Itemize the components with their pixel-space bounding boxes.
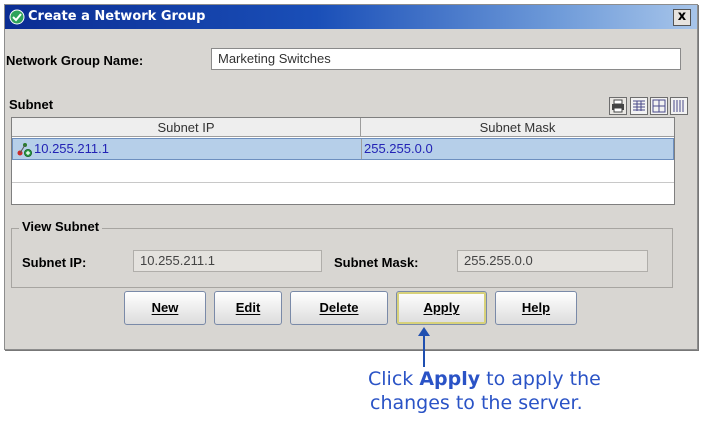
table-view-icon[interactable] bbox=[630, 97, 648, 115]
callout-text-post: to apply the bbox=[480, 368, 601, 390]
close-icon: x bbox=[677, 9, 687, 24]
edit-button[interactable]: Edit bbox=[214, 291, 282, 325]
dialog-title: Create a Network Group bbox=[28, 9, 206, 24]
table-divider bbox=[12, 182, 674, 183]
apply-button[interactable]: Apply bbox=[396, 291, 487, 325]
column-header-subnet-ip[interactable]: Subnet IP bbox=[12, 118, 361, 137]
subnet-table: Subnet IP Subnet Mask 10.255.211.1 255.2… bbox=[11, 117, 675, 205]
view-subnet-title: View Subnet bbox=[19, 219, 103, 234]
callout-text-pre: Click bbox=[368, 368, 420, 390]
view-subnet-ip-label: Subnet IP: bbox=[22, 255, 87, 270]
title-bar: Create a Network Group x bbox=[5, 5, 697, 29]
group-name-input[interactable]: Marketing Switches bbox=[211, 48, 681, 70]
column-view-icon[interactable] bbox=[670, 97, 688, 115]
table-toolbar bbox=[609, 97, 689, 115]
view-subnet-mask-field: 255.255.0.0 bbox=[457, 250, 648, 272]
delete-button[interactable]: Delete bbox=[290, 291, 388, 325]
column-header-subnet-mask[interactable]: Subnet Mask bbox=[361, 118, 674, 137]
subnet-section-label: Subnet bbox=[9, 97, 54, 112]
network-app-icon bbox=[9, 9, 25, 25]
selection-outline bbox=[12, 138, 674, 160]
create-network-group-dialog: Create a Network Group x Network Group N… bbox=[4, 4, 698, 350]
callout-text-apply: Apply bbox=[419, 368, 481, 390]
help-button[interactable]: Help bbox=[495, 291, 577, 325]
print-icon[interactable] bbox=[609, 97, 627, 115]
view-subnet-mask-label: Subnet Mask: bbox=[334, 255, 419, 270]
close-button[interactable]: x bbox=[673, 9, 691, 26]
callout-arrow-line bbox=[423, 333, 425, 367]
new-button[interactable]: New bbox=[124, 291, 206, 325]
view-subnet-ip-field: 10.255.211.1 bbox=[133, 250, 322, 272]
group-name-label: Network Group Name: bbox=[6, 53, 144, 68]
apply-callout: Click Apply to apply the changes to the … bbox=[368, 367, 700, 415]
grid-view-icon[interactable] bbox=[650, 97, 668, 115]
callout-line-1: Click Apply to apply the bbox=[368, 367, 700, 391]
callout-line-2: changes to the server. bbox=[370, 392, 583, 414]
